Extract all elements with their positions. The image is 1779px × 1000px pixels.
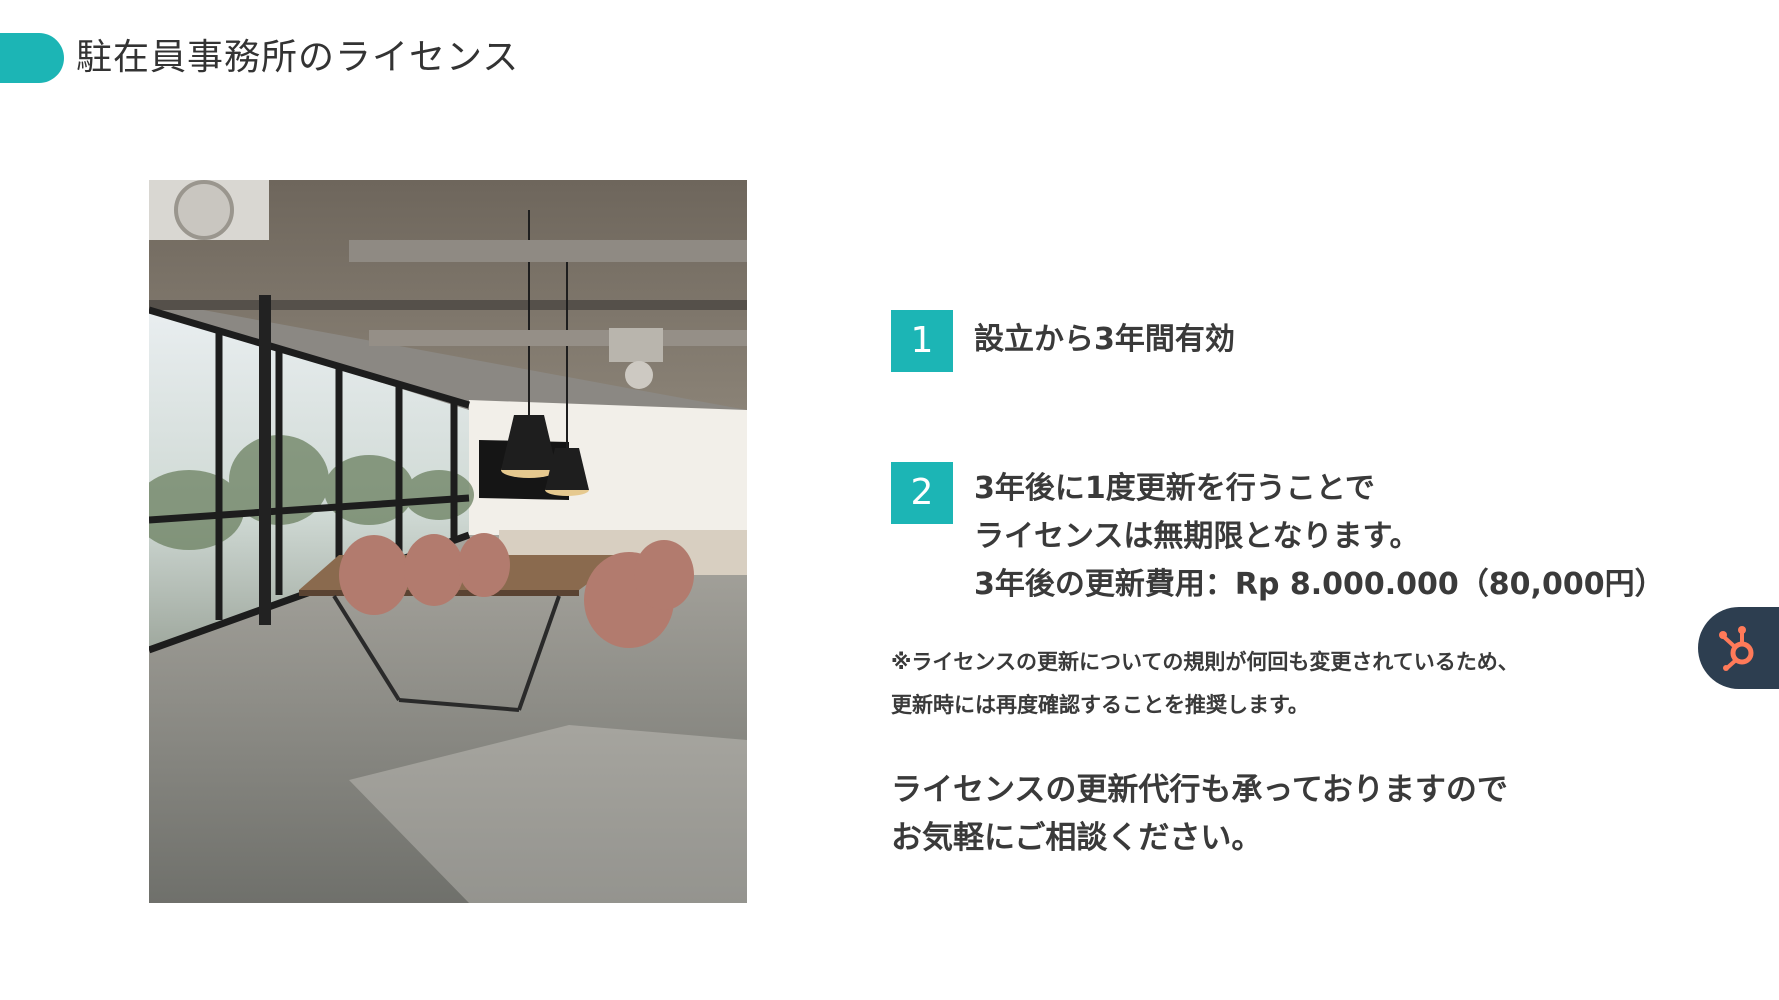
item-2-line-2: ライセンスは無期限となります。 [974,519,1420,554]
title-accent-pill [0,33,64,83]
hubspot-sprocket-icon [1719,626,1754,671]
note-line-2: 更新時には再度確認することを推奨します。 [891,693,1309,717]
item-text-1: 設立から3年間有効 [974,316,1235,364]
renewal-service-cta: ライセンスの更新代行も承っておりますので お気軽にご相談ください。 [891,766,1508,862]
item-number-2: 2 [891,462,953,524]
page-title: 駐在員事務所のライセンス [76,37,520,78]
hubspot-chat-launcher[interactable] [1698,607,1779,689]
item-2-line-1: 3年後に1度更新を行うことで [974,471,1375,506]
renewal-note: ※ライセンスの更新についての規則が何回も変更されているため、 更新時には再度確認… [891,641,1519,727]
item-2-line-3: 3年後の更新費用：Rp 8.000.000（80,000円） [974,567,1665,602]
item-text-2: 3年後に1度更新を行うことで ライセンスは無期限となります。 3年後の更新費用：… [974,465,1665,609]
item-1-line-1: 設立から3年間有効 [974,322,1235,357]
conference-room-photo [149,180,747,903]
note-line-1: ※ライセンスの更新についての規則が何回も変更されているため、 [891,650,1519,674]
cta-line-2: お気軽にご相談ください。 [891,820,1263,856]
cta-line-1: ライセンスの更新代行も承っておりますので [891,772,1508,808]
item-number-1: 1 [891,310,953,372]
